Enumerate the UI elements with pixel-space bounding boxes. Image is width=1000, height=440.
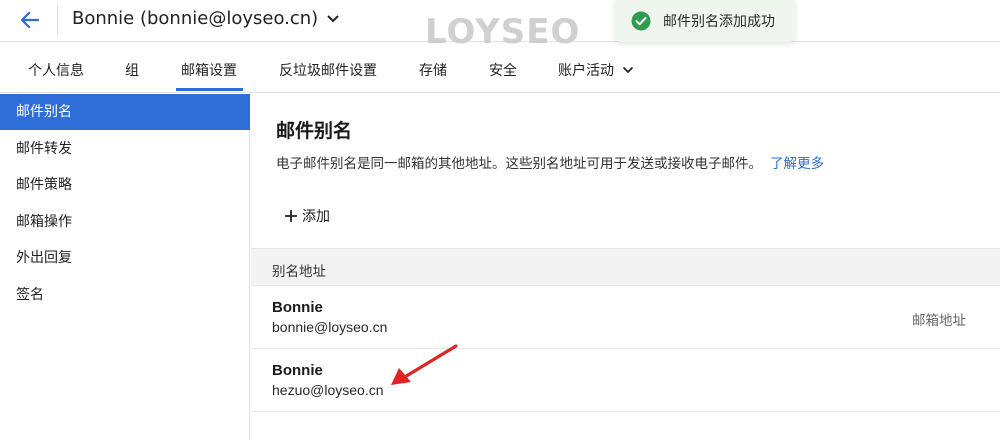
- alias-name: Bonnie: [272, 299, 323, 316]
- table-row[interactable]: Bonnie bonnie@loyseo.cn 邮箱地址: [251, 287, 1000, 349]
- tab-personal-info[interactable]: 个人信息: [28, 43, 84, 93]
- add-alias-label: 添加: [302, 209, 330, 225]
- sidebar-item-email-forwarding[interactable]: 邮件转发: [0, 131, 250, 167]
- chevron-down-icon: [327, 14, 339, 22]
- add-alias-button[interactable]: 添加: [284, 206, 330, 226]
- success-toast: 邮件别名添加成功: [615, 0, 795, 42]
- settings-tabs: 个人信息 组 邮箱设置 反垃圾邮件设置 存储 安全 账户活动: [0, 43, 1000, 93]
- alias-email: hezuo@loyseo.cn: [272, 382, 384, 398]
- tab-security[interactable]: 安全: [489, 43, 517, 93]
- sidebar-item-signature[interactable]: 签名: [0, 277, 250, 313]
- table-row[interactable]: Bonnie hezuo@loyseo.cn: [251, 350, 1000, 412]
- chevron-down-icon: [623, 66, 634, 73]
- account-label: Bonnie (bonnie@loyseo.cn): [72, 8, 319, 29]
- tab-account-activity-label: 账户活动: [558, 63, 614, 79]
- tab-spam-settings[interactable]: 反垃圾邮件设置: [279, 43, 377, 93]
- plus-icon: [285, 210, 297, 222]
- alias-email: bonnie@loyseo.cn: [272, 319, 388, 335]
- active-tab-indicator: [176, 88, 243, 91]
- back-arrow-icon[interactable]: [18, 8, 42, 32]
- page-title: 邮件别名: [276, 120, 353, 142]
- header-divider: [57, 6, 58, 34]
- column-header-alias-address: 别名地址: [272, 264, 326, 280]
- alias-name: Bonnie: [272, 362, 323, 379]
- toast-message: 邮件别名添加成功: [663, 14, 775, 30]
- main-content: 邮件别名 电子邮件别名是同一邮箱的其他地址。这些别名地址可用于发送或接收电子邮件…: [251, 94, 1000, 440]
- sidebar-item-email-alias[interactable]: 邮件别名: [0, 94, 250, 130]
- sidebar-item-out-of-office[interactable]: 外出回复: [0, 240, 250, 276]
- account-selector[interactable]: Bonnie (bonnie@loyseo.cn): [72, 8, 340, 29]
- description-text: 电子邮件别名是同一邮箱的其他地址。这些别名地址可用于发送或接收电子邮件。: [276, 156, 762, 172]
- top-header: Bonnie (bonnie@loyseo.cn) LOYSEO 邮件别名添加成…: [0, 0, 1000, 52]
- sidebar: 邮件别名 邮件转发 邮件策略 邮箱操作 外出回复 签名: [0, 94, 250, 440]
- tab-groups[interactable]: 组: [125, 43, 139, 93]
- tab-account-activity[interactable]: 账户活动: [558, 43, 634, 93]
- tab-storage[interactable]: 存储: [419, 43, 447, 93]
- check-circle-icon: [631, 11, 651, 31]
- tab-mailbox-settings[interactable]: 邮箱设置: [181, 43, 237, 93]
- alias-table-header: 别名地址: [251, 248, 1000, 286]
- learn-more-link[interactable]: 了解更多: [770, 156, 824, 172]
- page-description: 电子邮件别名是同一邮箱的其他地址。这些别名地址可用于发送或接收电子邮件。 了解更多: [276, 152, 824, 172]
- primary-address-tag: 邮箱地址: [912, 313, 966, 329]
- sidebar-item-mailbox-actions[interactable]: 邮箱操作: [0, 204, 250, 240]
- sidebar-item-email-policy[interactable]: 邮件策略: [0, 167, 250, 203]
